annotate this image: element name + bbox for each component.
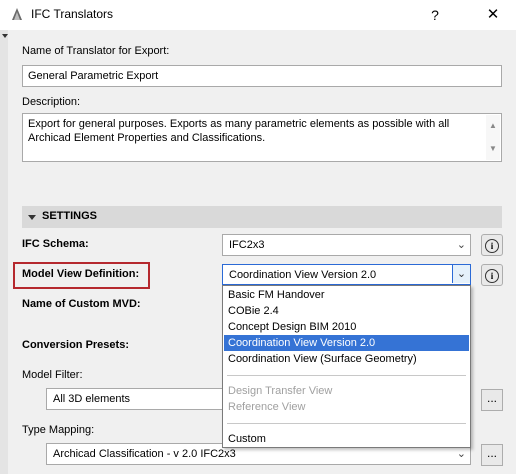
custom-mvd-label: Name of Custom MVD: xyxy=(22,298,141,310)
dropdown-option-custom[interactable]: Custom xyxy=(224,431,469,447)
description-text: Export for general purposes. Exports as … xyxy=(28,118,450,144)
description-textarea[interactable]: Export for general purposes. Exports as … xyxy=(22,113,502,162)
left-panel-strip xyxy=(0,30,8,474)
dropdown-option-basic-fm-handover[interactable]: Basic FM Handover xyxy=(224,287,469,303)
collapse-triangle-icon[interactable] xyxy=(2,34,8,38)
help-button[interactable]: ? xyxy=(425,5,445,25)
model-filter-value: All 3D elements xyxy=(53,393,131,405)
close-button[interactable]: ✕ xyxy=(482,5,504,25)
scroll-up-icon[interactable]: ▲ xyxy=(489,119,497,133)
type-mapping-edit-button[interactable]: ... xyxy=(481,444,503,466)
chevron-down-icon: ⌄ xyxy=(456,239,466,251)
conversion-presets-label: Conversion Presets: xyxy=(22,339,129,351)
mvd-label: Model View Definition: xyxy=(22,268,140,280)
type-mapping-label: Type Mapping: xyxy=(22,424,95,436)
dropdown-option-design-transfer: Design Transfer View xyxy=(228,385,333,397)
mvd-info-button[interactable]: i xyxy=(481,264,503,286)
dropdown-separator xyxy=(227,423,466,424)
ifc-schema-label: IFC Schema: xyxy=(22,238,89,250)
type-mapping-value: Archicad Classification - v 2.0 IFC2x3 xyxy=(53,448,236,460)
dropdown-option-concept-design[interactable]: Concept Design BIM 2010 xyxy=(224,319,469,335)
scroll-down-icon[interactable]: ▼ xyxy=(489,142,497,156)
settings-section-header[interactable]: SETTINGS xyxy=(22,206,502,228)
dropdown-option-cobie[interactable]: COBie 2.4 xyxy=(224,303,469,319)
model-filter-label: Model Filter: xyxy=(22,369,83,381)
info-icon: i xyxy=(485,269,499,283)
model-filter-edit-button[interactable]: ... xyxy=(481,389,503,411)
translator-name-label: Name of Translator for Export: xyxy=(22,45,170,57)
chevron-down-icon[interactable]: ⌄ xyxy=(452,265,470,283)
archicad-app-icon xyxy=(9,6,25,22)
dropdown-separator xyxy=(227,375,466,376)
description-label: Description: xyxy=(22,96,81,108)
dropdown-option-coordination-view-surface[interactable]: Coordination View (Surface Geometry) xyxy=(224,351,469,367)
dropdown-option-reference-view: Reference View xyxy=(228,401,306,413)
description-scrollbar[interactable]: ▲ ▼ xyxy=(486,115,500,160)
ifc-schema-select[interactable]: IFC2x3 ⌄ xyxy=(222,234,471,256)
ifc-schema-value: IFC2x3 xyxy=(229,239,265,251)
translator-name-input[interactable]: General Parametric Export xyxy=(22,65,502,87)
window-title: IFC Translators xyxy=(31,7,114,21)
expand-triangle-icon xyxy=(28,215,36,220)
mvd-select[interactable]: Coordination View Version 2.0 ⌄ xyxy=(222,264,471,285)
dropdown-option-coordination-view-2[interactable]: Coordination View Version 2.0 xyxy=(224,335,469,351)
info-icon: i xyxy=(485,239,499,253)
mvd-value: Coordination View Version 2.0 xyxy=(229,269,377,281)
mvd-dropdown-list: Basic FM Handover COBie 2.4 Concept Desi… xyxy=(222,285,471,448)
ifc-schema-info-button[interactable]: i xyxy=(481,234,503,256)
title-bar: IFC Translators ? ✕ xyxy=(0,0,516,30)
settings-title: SETTINGS xyxy=(42,210,98,222)
